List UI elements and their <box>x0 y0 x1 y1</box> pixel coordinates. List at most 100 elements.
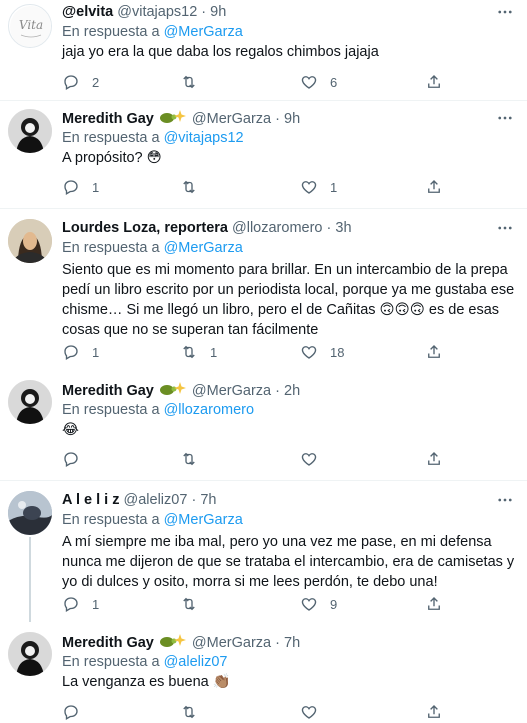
like-button[interactable]: 9 <box>300 594 337 614</box>
tweet-header: Meredith Gay @MerGarza · 9h <box>62 108 517 128</box>
like-button[interactable]: 6 <box>300 72 337 92</box>
tweet-actions <box>62 449 462 469</box>
share-icon <box>428 345 440 358</box>
reply-button[interactable] <box>62 702 92 722</box>
user-handle[interactable]: @llozaromero <box>232 220 322 236</box>
tweet[interactable]: Meredith Gay @MerGarza · 9h En respuesta… <box>0 101 527 208</box>
tweet-header: Meredith Gay @MerGarza · 7h <box>62 632 517 652</box>
reply-button[interactable]: 1 <box>62 177 99 197</box>
more-icon[interactable] <box>495 490 515 510</box>
tweet[interactable]: Meredith Gay @MerGarza · 2h En respuesta… <box>0 372 527 480</box>
retweet-icon <box>183 597 195 611</box>
like-button[interactable]: 1 <box>300 177 337 197</box>
avatar-photo-icon <box>8 632 52 676</box>
user-handle[interactable]: @vitajaps12 <box>117 4 197 20</box>
display-name[interactable]: @elvita <box>62 4 113 20</box>
reply-icon <box>64 180 78 195</box>
tweet-header: Meredith Gay @MerGarza · 2h <box>62 380 517 400</box>
reply-button[interactable]: 1 <box>62 594 99 614</box>
tweet-actions: 1 1 <box>62 177 462 197</box>
avatar[interactable] <box>8 219 52 263</box>
retweet-icon <box>183 452 195 466</box>
display-name[interactable]: Meredith Gay <box>62 635 154 651</box>
reply-mention-link[interactable]: @MerGarza <box>164 512 243 528</box>
avatar[interactable] <box>8 632 52 676</box>
reply-prefix: En respuesta a <box>62 130 164 146</box>
reply-mention-link[interactable]: @MerGarza <box>164 24 243 40</box>
share-icon <box>428 705 440 718</box>
avatar-photo-icon <box>8 109 52 153</box>
more-icon[interactable] <box>495 2 515 22</box>
share-button[interactable] <box>425 342 443 362</box>
user-handle[interactable]: @aleliz07 <box>124 492 188 508</box>
reply-prefix: En respuesta a <box>62 24 164 40</box>
heart-icon <box>301 598 317 611</box>
retweet-icon <box>183 180 195 194</box>
turtle-sparkle-icon <box>158 380 188 400</box>
retweet-button[interactable]: 1 <box>180 342 217 362</box>
tweet[interactable]: A l e l i z @aleliz07 · 7h En respuesta … <box>0 481 527 622</box>
like-button[interactable] <box>300 449 330 469</box>
reply-button[interactable]: 2 <box>62 72 99 92</box>
display-name[interactable]: Lourdes Loza, reportera <box>62 220 228 236</box>
more-icon[interactable] <box>495 218 515 238</box>
like-count: 1 <box>330 179 338 195</box>
retweet-button[interactable] <box>180 449 210 469</box>
share-button[interactable] <box>425 177 443 197</box>
timestamp[interactable]: 7h <box>200 492 216 508</box>
like-button[interactable]: 18 <box>300 342 344 362</box>
heart-icon <box>301 453 317 466</box>
tweet[interactable]: Meredith Gay @MerGarza · 7h En respuesta… <box>0 622 527 723</box>
reply-mention-link[interactable]: @llozaromero <box>164 402 254 418</box>
separator-dot: · <box>191 492 197 508</box>
reply-mention-link[interactable]: @vitajaps12 <box>164 130 244 146</box>
share-button[interactable] <box>425 702 443 722</box>
user-handle[interactable]: @MerGarza <box>192 383 271 399</box>
like-button[interactable] <box>300 702 330 722</box>
timestamp[interactable]: 7h <box>284 635 300 651</box>
avatar[interactable] <box>8 491 52 535</box>
reply-button[interactable]: 1 <box>62 342 99 362</box>
reply-count: 1 <box>92 344 100 360</box>
more-icon[interactable] <box>495 108 515 128</box>
retweet-button[interactable] <box>180 702 210 722</box>
user-handle[interactable]: @MerGarza <box>192 111 271 127</box>
reply-context: En respuesta a @aleliz07 <box>62 652 517 672</box>
tweet-text: A mí siempre me iba mal, pero yo una vez… <box>62 534 515 590</box>
display-name[interactable]: Meredith Gay <box>62 383 154 399</box>
avatar[interactable] <box>8 380 52 424</box>
avatar-photo-icon <box>8 380 52 424</box>
retweet-button[interactable] <box>180 594 210 614</box>
display-name[interactable]: A l e l i z <box>62 492 119 508</box>
separator-dot: · <box>275 110 280 127</box>
timestamp[interactable]: 2h <box>284 383 300 399</box>
reply-prefix: En respuesta a <box>62 402 164 418</box>
tweet-header: A l e l i z @aleliz07 · 7h <box>62 490 517 510</box>
reply-prefix: En respuesta a <box>62 512 164 528</box>
reply-icon <box>64 705 78 720</box>
retweet-button[interactable] <box>180 177 210 197</box>
display-name[interactable]: Meredith Gay <box>62 111 154 127</box>
avatar[interactable]: Vita <box>8 4 52 48</box>
timestamp[interactable]: 3h <box>335 220 351 236</box>
timestamp[interactable]: 9h <box>210 4 226 20</box>
reply-icon <box>64 452 78 467</box>
tweet[interactable]: Lourdes Loza, reportera @llozaromero · 3… <box>0 209 527 372</box>
share-button[interactable] <box>425 449 443 469</box>
reply-mention-link[interactable]: @MerGarza <box>164 240 243 256</box>
reply-button[interactable] <box>62 449 92 469</box>
share-button[interactable] <box>425 594 443 614</box>
retweet-button[interactable] <box>180 72 210 92</box>
avatar[interactable] <box>8 109 52 153</box>
heart-icon <box>301 706 317 719</box>
timestamp[interactable]: 9h <box>284 111 300 127</box>
share-button[interactable] <box>425 72 443 92</box>
separator-dot: · <box>201 4 207 20</box>
reply-icon <box>64 345 78 360</box>
avatar-photo-icon <box>8 491 52 535</box>
heart-icon <box>301 346 317 359</box>
reply-mention-link[interactable]: @aleliz07 <box>164 654 228 670</box>
tweet[interactable]: Vita @elvita @vitajaps12 · 9h En respues… <box>0 0 527 100</box>
share-icon <box>428 452 440 465</box>
user-handle[interactable]: @MerGarza <box>192 635 271 651</box>
